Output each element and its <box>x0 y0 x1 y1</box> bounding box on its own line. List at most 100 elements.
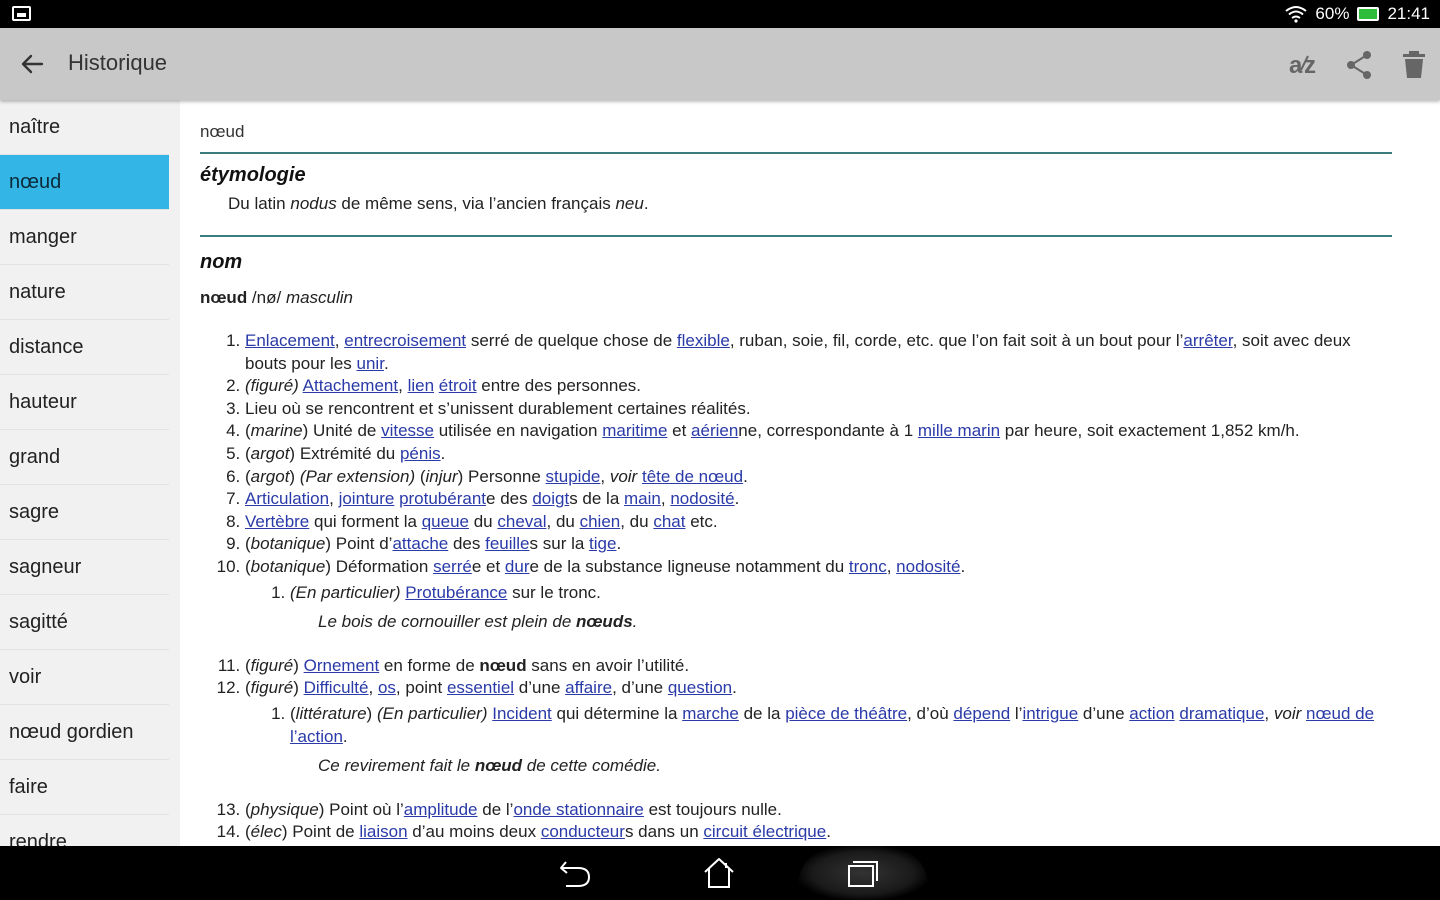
grammar-line: nœud /nø/ masculin <box>200 288 354 307</box>
link-marche[interactable]: marche <box>682 704 739 723</box>
definitions-list: Enlacement, entrecroisement serré de que… <box>200 330 1392 844</box>
link-jointure[interactable]: jointure <box>339 489 395 508</box>
link-mille-marin[interactable]: mille marin <box>918 421 1000 440</box>
link-lien[interactable]: lien <box>408 376 434 395</box>
link-main[interactable]: main <box>624 489 661 508</box>
link-cheval[interactable]: cheval <box>497 512 546 531</box>
history-sidebar: naître nœud manger nature distance haute… <box>0 100 180 846</box>
link-doigt[interactable]: doigt <box>532 489 569 508</box>
link-queue[interactable]: queue <box>422 512 469 531</box>
history-item-rendre[interactable]: rendre <box>0 815 169 846</box>
subdefinitions-10: (En particulier) Protubérance sur le tro… <box>245 582 1392 634</box>
link-tete-de-noeud[interactable]: tête de nœud <box>642 467 743 486</box>
app-bar: Historique a z <box>0 28 1440 100</box>
definition-14: (élec) Point de liaison d’au moins deux … <box>245 821 1392 844</box>
link-circuit-electrique[interactable]: circuit électrique <box>703 822 826 841</box>
link-onde-stationnaire[interactable]: onde stationnaire <box>513 800 643 819</box>
history-item-sagneur[interactable]: sagneur <box>0 540 169 595</box>
link-stupide[interactable]: stupide <box>546 467 601 486</box>
link-enlacement[interactable]: Enlacement <box>245 331 335 350</box>
link-conducteur[interactable]: conducteur <box>541 822 625 841</box>
link-depend[interactable]: dépend <box>953 704 1010 723</box>
entry-headword: nœud <box>200 122 1392 154</box>
definition-7: Articulation, jointure protubérante des … <box>245 488 1392 511</box>
etymology-title: étymologie <box>200 164 306 186</box>
back-arrow-icon[interactable] <box>18 50 46 78</box>
definition-10-1: (En particulier) Protubérance sur le tro… <box>290 582 1392 634</box>
pos-title: nom <box>200 251 243 273</box>
link-dramatique[interactable]: dramatique <box>1179 704 1264 723</box>
link-tronc[interactable]: tronc <box>849 557 887 576</box>
link-etroit[interactable]: étroit <box>439 376 477 395</box>
section-divider <box>200 235 1392 237</box>
link-difficulte[interactable]: Difficulté <box>304 678 369 697</box>
link-protuberance[interactable]: Protubérance <box>405 583 507 602</box>
status-right: 60% 21:41 <box>1285 4 1430 24</box>
link-tige[interactable]: tige <box>589 534 616 553</box>
link-incident[interactable]: Incident <box>492 704 552 723</box>
definition-6: (argot) (Par extension) (injur) Personne… <box>245 466 1392 489</box>
history-item-distance[interactable]: distance <box>0 320 169 375</box>
link-nodosite-2[interactable]: nodosité <box>896 557 960 576</box>
definition-8: Vertèbre qui forment la queue du cheval,… <box>245 511 1392 534</box>
link-serre[interactable]: serré <box>433 557 472 576</box>
link-attache[interactable]: attache <box>392 534 448 553</box>
link-liaison[interactable]: liaison <box>359 822 407 841</box>
link-os[interactable]: os <box>378 678 396 697</box>
history-item-sagre[interactable]: sagre <box>0 485 169 540</box>
link-action[interactable]: action <box>1129 704 1174 723</box>
history-item-noeud-gordien[interactable]: nœud gordien <box>0 705 169 760</box>
history-item-grand[interactable]: grand <box>0 430 169 485</box>
definition-4: (marine) Unité de vitesse utilisée en na… <box>245 420 1392 443</box>
link-dur[interactable]: dur <box>505 557 530 576</box>
link-articulation[interactable]: Articulation <box>245 489 329 508</box>
definition-panel[interactable]: nœud étymologie Du latin nodus de même s… <box>180 100 1440 846</box>
history-item-noeud[interactable]: nœud <box>0 155 169 210</box>
history-item-hauteur[interactable]: hauteur <box>0 375 169 430</box>
link-question[interactable]: question <box>668 678 732 697</box>
link-affaire[interactable]: affaire <box>565 678 612 697</box>
link-piece-de-theatre[interactable]: pièce de théâtre <box>785 704 907 723</box>
back-icon[interactable] <box>548 852 602 894</box>
history-item-nature[interactable]: nature <box>0 265 169 320</box>
history-item-voir[interactable]: voir <box>0 650 169 705</box>
link-aerien[interactable]: aérien <box>691 421 738 440</box>
link-nodosite[interactable]: nodosité <box>670 489 734 508</box>
sort-az-icon[interactable]: a z <box>1288 48 1322 82</box>
link-intrigue[interactable]: intrigue <box>1022 704 1078 723</box>
link-entrecroisement[interactable]: entrecroisement <box>344 331 466 350</box>
system-nav-bar <box>0 846 1440 900</box>
link-amplitude[interactable]: amplitude <box>404 800 478 819</box>
definition-3: Lieu où se rencontrent et s’unissent dur… <box>245 398 1392 421</box>
battery-icon <box>1357 7 1380 21</box>
link-protuberant[interactable]: protubérant <box>399 489 486 508</box>
link-attachement[interactable]: Attachement <box>303 376 398 395</box>
link-vitesse[interactable]: vitesse <box>381 421 434 440</box>
link-feuille[interactable]: feuille <box>485 534 529 553</box>
link-penis[interactable]: pénis <box>400 444 441 463</box>
definition-1: Enlacement, entrecroisement serré de que… <box>245 330 1392 375</box>
definition-12: (figuré) Difficulté, os, point essentiel… <box>245 677 1392 777</box>
notification-icon <box>12 6 31 21</box>
link-chat[interactable]: chat <box>653 512 685 531</box>
clock: 21:41 <box>1387 4 1430 23</box>
history-item-naitre[interactable]: naître <box>0 100 169 155</box>
link-unir[interactable]: unir <box>357 354 384 373</box>
history-item-manger[interactable]: manger <box>0 210 169 265</box>
link-arreter[interactable]: arrêter <box>1183 331 1232 350</box>
recent-apps-icon[interactable] <box>836 852 890 894</box>
link-flexible[interactable]: flexible <box>677 331 730 350</box>
share-icon[interactable] <box>1342 48 1376 82</box>
link-ornement[interactable]: Ornement <box>304 656 380 675</box>
svg-text:a: a <box>1289 52 1303 79</box>
battery-percent: 60% <box>1315 4 1350 23</box>
link-essentiel[interactable]: essentiel <box>447 678 514 697</box>
history-item-sagitte[interactable]: sagitté <box>0 595 169 650</box>
link-maritime[interactable]: maritime <box>602 421 667 440</box>
link-vertebre[interactable]: Vertèbre <box>245 512 309 531</box>
history-item-faire[interactable]: faire <box>0 760 169 815</box>
definition-13: (physique) Point où l’amplitude de l’ond… <box>245 799 1392 822</box>
trash-icon[interactable] <box>1397 48 1431 82</box>
link-chien[interactable]: chien <box>580 512 621 531</box>
home-icon[interactable] <box>692 852 746 894</box>
